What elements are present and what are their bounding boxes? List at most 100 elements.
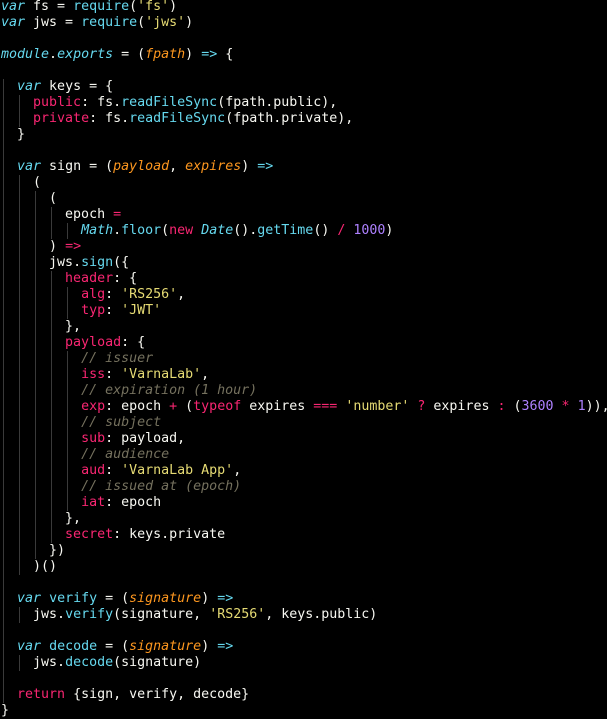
code-line: }) — [1, 543, 65, 559]
code-token: => — [65, 239, 82, 254]
code-line: public: fs.readFileSync(fpath.public), — [1, 95, 337, 111]
code-token: (signature) — [113, 655, 202, 670]
code-line: var keys = { — [1, 79, 113, 95]
code-token: ) — [201, 639, 218, 654]
code-token: }) — [49, 543, 66, 558]
code-line: header: { — [1, 271, 137, 287]
code-token: exports — [57, 47, 114, 62]
code-line: sub: payload, — [1, 431, 185, 447]
code-token: expires — [185, 159, 242, 174]
code-token: epoch — [65, 207, 114, 222]
code-line: }, — [1, 511, 81, 527]
code-token: private — [33, 111, 90, 126]
code-token: , — [177, 287, 186, 302]
code-token: 'number' — [345, 399, 410, 414]
code-token: = ( — [97, 639, 130, 654]
code-token: typ — [81, 303, 106, 318]
code-token: { — [217, 47, 234, 62]
code-token: // subject — [81, 415, 162, 430]
code-line: jws.decode(signature) — [1, 655, 201, 671]
code-token: alg — [81, 287, 106, 302]
code-token: : keys.private — [113, 527, 226, 542]
code-editor[interactable]: var fs = require('fs') var jws = require(… — [0, 0, 607, 719]
code-token: iss — [81, 367, 106, 382]
code-line: var decode = (signature) => — [1, 639, 233, 655]
code-token: ({ — [113, 255, 130, 270]
code-token: : — [105, 367, 122, 382]
code-token: require — [73, 0, 130, 14]
code-token: expires — [241, 399, 314, 414]
code-token: var — [1, 0, 26, 14]
code-token: , — [201, 367, 210, 382]
code-line: Math.floor(new Date().getTime() / 1000) — [1, 223, 393, 239]
code-token: ( — [33, 175, 42, 190]
code-token: Date — [201, 223, 234, 238]
code-token: signature — [129, 639, 202, 654]
code-token: readFileSync — [129, 111, 226, 126]
code-token: decode — [65, 655, 114, 670]
code-token: = ( — [113, 47, 146, 62]
code-line: secret: keys.private — [1, 527, 225, 543]
code-line: module.exports = (fpath) => { — [1, 47, 233, 63]
code-line: epoch = — [1, 207, 121, 223]
code-line: exp: epoch + (typeof expires === 'number… — [1, 399, 607, 415]
code-token: }, — [65, 319, 82, 334]
code-token: : fs. — [89, 111, 130, 126]
code-token: : fs. — [81, 95, 122, 110]
code-token: jws. — [33, 655, 66, 670]
code-token: , — [233, 463, 242, 478]
code-token: : payload, — [105, 431, 186, 446]
code-token: var — [17, 591, 42, 606]
code-token: 1000 — [353, 223, 386, 238]
code-line: var jws = require('jws') — [1, 15, 193, 31]
code-token: 'JWT' — [121, 303, 162, 318]
code-token: ( — [177, 399, 194, 414]
code-token: iat — [81, 495, 106, 510]
code-token: {sign, verify, decode} — [65, 687, 250, 702]
code-token: readFileSync — [121, 95, 218, 110]
code-token: => — [257, 159, 274, 174]
code-token: fpath — [145, 47, 186, 62]
code-line: // issuer — [1, 351, 153, 367]
code-token: // issued at (epoch) — [81, 479, 242, 494]
code-token: ( — [161, 223, 170, 238]
code-token: ( — [137, 15, 146, 30]
code-token: payload — [113, 159, 170, 174]
code-token: 'RS256' — [209, 607, 266, 622]
code-token: // issuer — [81, 351, 154, 366]
code-token: = — [113, 207, 122, 222]
code-token: sign = ( — [41, 159, 114, 174]
code-token: module — [1, 47, 50, 62]
code-token: getTime — [257, 223, 314, 238]
code-token: () — [313, 223, 338, 238]
code-token: Math — [81, 223, 114, 238]
code-token: : epoch — [105, 495, 162, 510]
code-token: ) — [49, 239, 66, 254]
code-token: public — [33, 95, 82, 110]
code-line: jws.sign({ — [1, 255, 129, 271]
code-token: )() — [33, 559, 58, 574]
code-token: => — [201, 47, 218, 62]
